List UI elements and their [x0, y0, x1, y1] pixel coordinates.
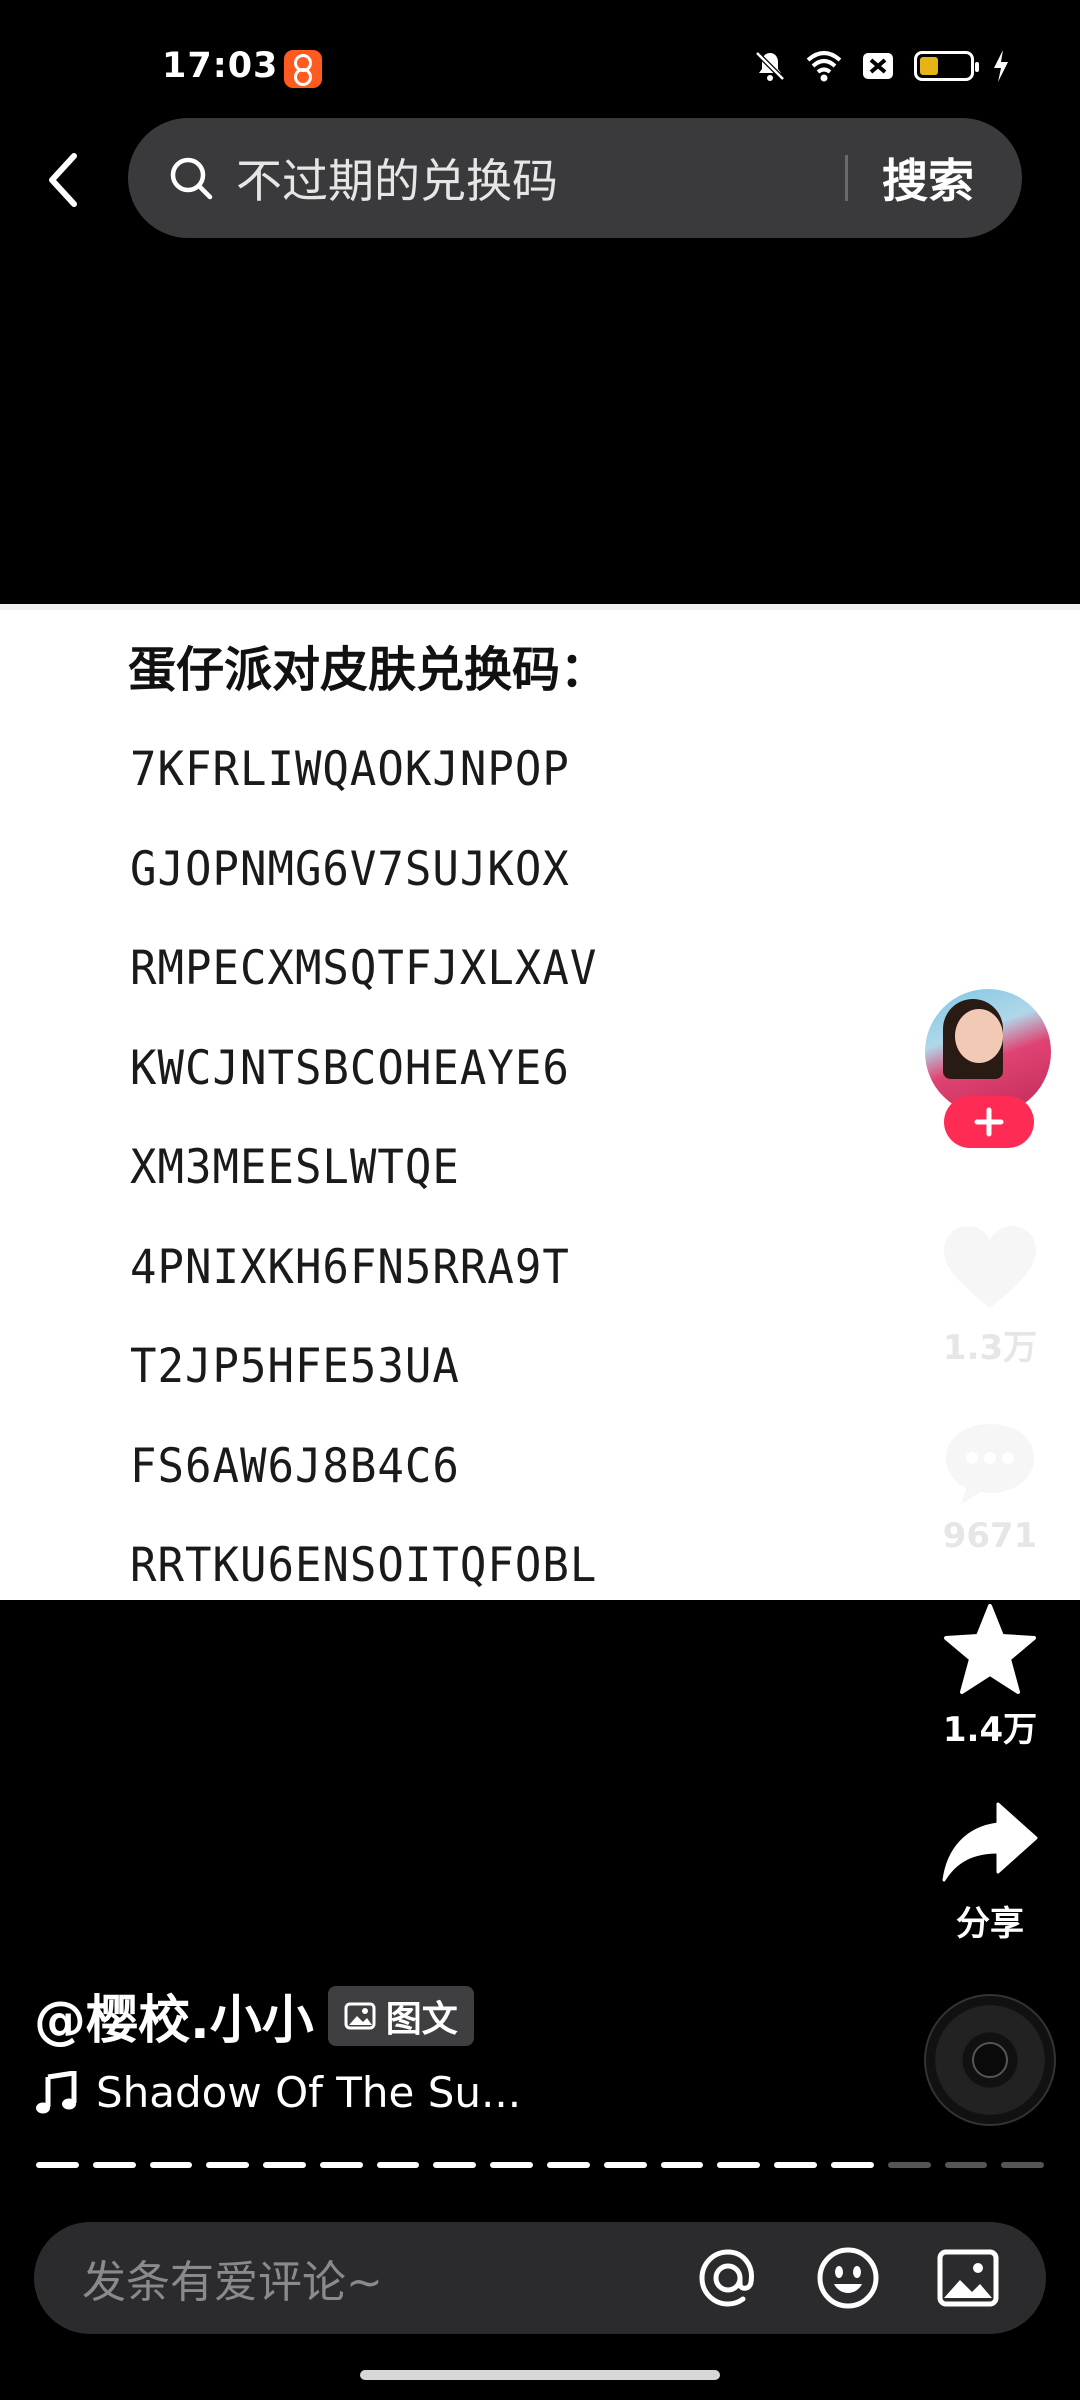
emoji-icon[interactable] — [814, 2244, 882, 2312]
code-item: FS6AW6J8B4C6 — [130, 1438, 460, 1494]
status-bar: 17:03 — [0, 0, 1080, 110]
progress-segment — [433, 2162, 477, 2168]
post-image[interactable]: 蛋仔派对皮肤兑换码： 7KFRLIWQAOKJNPOP GJOPNMG6V7SU… — [0, 604, 1080, 1600]
comment-input[interactable]: 发条有爱评论~ — [82, 2246, 694, 2310]
mention-icon[interactable] — [694, 2244, 762, 2312]
progress-segment — [149, 2162, 193, 2168]
progress-segment — [717, 2162, 761, 2168]
page-progress — [36, 2162, 1045, 2168]
code-item: 7KFRLIWQAOKJNPOP — [130, 741, 570, 798]
search-input[interactable]: 不过期的兑换码 — [236, 145, 845, 211]
image-icon — [344, 2002, 376, 2029]
author-info[interactable]: @樱校.小小 图文 — [34, 1978, 474, 2053]
like-count: 1.3万 — [942, 1328, 1038, 1368]
progress-segment — [490, 2162, 534, 2168]
favorite-button[interactable]: 1.4万 — [930, 1604, 1050, 1751]
star-icon — [944, 1604, 1036, 1694]
follow-button[interactable] — [944, 1096, 1034, 1148]
home-indicator[interactable] — [360, 2370, 720, 2380]
app-notification-icon — [284, 50, 322, 88]
share-label: 分享 — [956, 1904, 1024, 1944]
progress-segment — [206, 2162, 250, 2168]
search-divider — [845, 155, 848, 201]
code-item: KWCJNTSBCOHEAYE6 — [130, 1040, 570, 1096]
search-bar[interactable]: 不过期的兑换码 搜索 — [128, 118, 1022, 238]
battery-icon — [914, 51, 979, 81]
code-list: 7KFRLIWQAOKJNPOP GJOPNMG6V7SUJKOX RMPECX… — [130, 720, 597, 1616]
code-item: RRTKU6ENSOITQFOBL — [130, 1537, 598, 1594]
progress-segment — [36, 2162, 79, 2168]
progress-segment — [887, 2162, 931, 2168]
share-arrow-icon — [942, 1802, 1038, 1882]
music-title: Shadow Of The Su... — [96, 2068, 522, 2117]
wifi-icon — [806, 51, 842, 82]
comment-icon — [946, 1424, 1034, 1504]
progress-segment — [263, 2162, 306, 2168]
mute-icon — [755, 51, 785, 81]
author-name[interactable]: @樱校.小小 — [34, 1978, 314, 2053]
image-picker-icon[interactable] — [934, 2244, 1002, 2312]
favorite-count: 1.4万 — [942, 1710, 1038, 1750]
comment-bar[interactable]: 发条有爱评论~ — [34, 2222, 1046, 2334]
code-item: XM3MEESLWTQE — [130, 1139, 460, 1196]
share-button[interactable]: 分享 — [930, 1798, 1050, 1945]
progress-segment — [1001, 2162, 1045, 2168]
comment-button[interactable]: 9671 — [930, 1418, 1050, 1556]
chevron-left-icon — [49, 153, 77, 207]
comment-count: 9671 — [942, 1516, 1038, 1556]
progress-segment — [830, 2162, 874, 2168]
progress-segment — [92, 2162, 136, 2168]
code-item: RMPECXMSQTFJXLXAV — [130, 940, 598, 997]
music-info[interactable]: Shadow Of The Su... — [34, 2068, 521, 2117]
search-button[interactable]: 搜索 — [882, 145, 974, 211]
progress-segment — [660, 2162, 704, 2168]
progress-segment — [774, 2162, 817, 2168]
code-item: GJOPNMG6V7SUJKOX — [130, 841, 570, 897]
status-time: 17:03 — [162, 46, 279, 86]
heart-icon — [944, 1226, 1036, 1308]
image-title: 蛋仔派对皮肤兑换码： — [128, 642, 609, 698]
charging-icon — [994, 50, 1008, 82]
back-button[interactable] — [34, 145, 90, 215]
progress-segment — [944, 2162, 988, 2168]
post-type-tag: 图文 — [327, 1985, 474, 2046]
like-button[interactable]: 1.3万 — [930, 1222, 1050, 1369]
progress-segment — [547, 2162, 590, 2168]
code-item: T2JP5HFE53UA — [130, 1338, 460, 1395]
plus-icon — [974, 1107, 1004, 1137]
progress-segment — [603, 2162, 647, 2168]
status-icons — [752, 48, 1010, 84]
progress-segment — [376, 2162, 420, 2168]
progress-segment — [319, 2162, 363, 2168]
music-disc[interactable] — [924, 1994, 1056, 2126]
music-note-icon — [36, 2070, 77, 2113]
search-icon — [170, 157, 213, 200]
no-sim-icon — [863, 53, 893, 79]
code-item: 4PNIXKH6FN5RRA9T — [130, 1239, 570, 1295]
